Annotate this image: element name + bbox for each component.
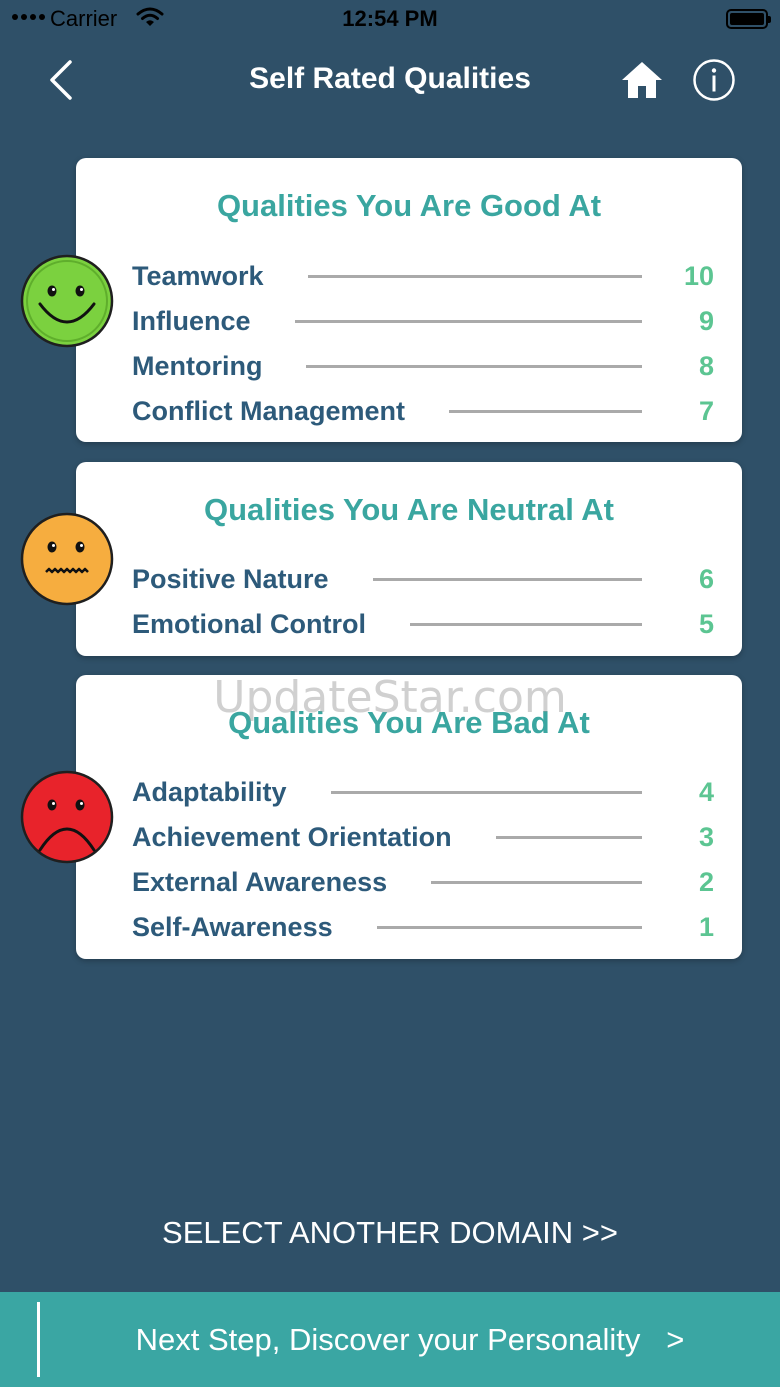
neutral-face-icon: [20, 512, 114, 606]
bad-qualities-card: Qualities You Are Bad At Adaptability 4 …: [76, 675, 742, 959]
quality-row: External Awareness 2: [132, 862, 714, 902]
next-arrow: >: [666, 1322, 685, 1357]
chevron-left-icon: [50, 60, 72, 100]
quality-row: Adaptability 4: [132, 772, 714, 812]
bad-qualities-title: Qualities You Are Bad At: [228, 705, 590, 740]
quality-label: Teamwork: [132, 260, 264, 291]
happy-face-icon: [20, 254, 114, 348]
divider-line: [449, 409, 642, 413]
quality-label: Mentoring: [132, 350, 263, 381]
neutral-qualities-card: Qualities You Are Neutral At Positive Na…: [76, 462, 742, 656]
divider-line: [372, 577, 642, 581]
navigation-bar: Self Rated Qualities: [0, 40, 780, 120]
divider-line: [294, 319, 642, 323]
sad-face-icon: [20, 770, 114, 864]
quality-row: Teamwork 10: [132, 256, 714, 296]
quality-score: 8: [698, 350, 714, 381]
quality-label: External Awareness: [132, 866, 388, 897]
quality-row: Conflict Management 7: [132, 391, 714, 431]
good-qualities-title: Qualities You Are Good At: [216, 188, 602, 223]
quality-score: 9: [698, 305, 714, 336]
next-step-button[interactable]: Next Step, Discover your Personality >: [0, 1292, 780, 1387]
quality-label: Conflict Management: [132, 395, 406, 426]
info-icon: [693, 59, 735, 101]
info-button[interactable]: [692, 58, 736, 102]
home-button[interactable]: [618, 58, 666, 102]
back-button[interactable]: [40, 56, 88, 104]
next-step-label: Next Step, Discover your Personality: [135, 1322, 641, 1357]
quality-row: Positive Nature 6: [132, 559, 714, 599]
quality-score: 5: [698, 608, 714, 639]
divider-line: [330, 790, 642, 794]
quality-score: 4: [698, 776, 714, 807]
quality-label: Positive Nature: [132, 563, 329, 594]
quality-score: 1: [698, 911, 714, 942]
neutral-qualities-title: Qualities You Are Neutral At: [204, 492, 614, 527]
divider-line: [431, 880, 642, 884]
quality-score: 6: [698, 563, 714, 594]
quality-score: 10: [683, 260, 714, 291]
quality-label: Emotional Control: [132, 608, 366, 639]
divider-line: [409, 622, 642, 626]
quality-row: Achievement Orientation 3: [132, 817, 714, 857]
quality-score: 7: [698, 395, 714, 426]
quality-score: 2: [698, 866, 714, 897]
next-step-text: Next Step, Discover your Personality >: [0, 1322, 780, 1358]
quality-label: Self-Awareness: [132, 911, 333, 942]
quality-label: Influence: [132, 305, 251, 336]
status-time: 12:54 PM: [342, 6, 438, 31]
quality-row: Self-Awareness 1: [132, 907, 714, 947]
divider-line: [307, 274, 642, 278]
home-icon: [622, 62, 662, 98]
divider-line: [306, 364, 642, 368]
quality-label: Achievement Orientation: [132, 821, 452, 852]
quality-score: 3: [698, 821, 714, 852]
quality-row: Influence 9: [132, 301, 714, 341]
quality-row: Mentoring 8: [132, 346, 714, 386]
divider-line: [376, 925, 642, 929]
good-qualities-card: Qualities You Are Good At Teamwork 10 In…: [76, 158, 742, 442]
divider-line: [495, 835, 642, 839]
battery-icon: [726, 9, 771, 29]
quality-row: Emotional Control 5: [132, 604, 714, 644]
status-bar: Carrier 12:54 PM: [0, 0, 780, 40]
select-another-domain-button[interactable]: SELECT ANOTHER DOMAIN >>: [0, 1215, 780, 1251]
quality-label: Adaptability: [132, 776, 287, 807]
